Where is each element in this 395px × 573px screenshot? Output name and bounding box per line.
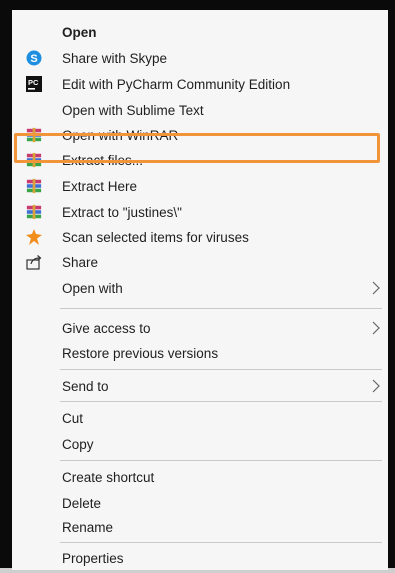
menu-item-open-with[interactable]: Open with	[12, 276, 388, 300]
menu-item-send-to[interactable]: Send to	[12, 374, 388, 398]
menu-item-share[interactable]: Share	[12, 250, 388, 274]
menu-item-label: Edit with PyCharm Community Edition	[62, 76, 291, 92]
chevron-right-icon	[370, 377, 382, 395]
menu-item-label: Open	[62, 24, 97, 40]
menu-item-label: Cut	[62, 410, 84, 426]
menu-separator	[60, 542, 382, 543]
menu-separator	[60, 401, 382, 402]
menu-item-extract-to-folder[interactable]: Extract to "justines\"	[12, 200, 388, 224]
menu-item-label: Send to	[62, 378, 109, 394]
menu-item-label: Share with Skype	[62, 50, 168, 66]
menu-item-copy[interactable]: Copy	[12, 432, 388, 456]
menu-item-label: Give access to	[62, 320, 151, 336]
menu-separator	[60, 308, 382, 309]
extract-files-highlight	[14, 133, 380, 163]
menu-item-label: Extract Here	[62, 178, 138, 194]
menu-separator	[60, 369, 382, 370]
menu-item-label: Scan selected items for viruses	[62, 229, 249, 245]
winrar-icon	[26, 178, 42, 194]
menu-item-open[interactable]: Open	[12, 20, 388, 44]
menu-item-delete[interactable]: Delete	[12, 491, 388, 515]
menu-item-label: Restore previous versions	[62, 345, 219, 361]
pycharm-icon: PC	[26, 76, 42, 92]
menu-item-create-shortcut[interactable]: Create shortcut	[12, 465, 388, 489]
window-frame-top	[0, 0, 395, 10]
menu-separator	[60, 460, 382, 461]
menu-item-label: Open with Sublime Text	[62, 102, 204, 118]
menu-item-scan-for-viruses[interactable]: Scan selected items for viruses	[12, 225, 388, 249]
menu-item-label: Delete	[62, 495, 102, 511]
menu-item-label: Extract to "justines\"	[62, 204, 182, 220]
menu-item-label: Share	[62, 254, 99, 270]
context-menu: Open S Share with Skype PC Edit with PyC…	[12, 10, 388, 570]
menu-item-label: Properties	[62, 550, 124, 566]
menu-item-label: Rename	[62, 519, 114, 535]
skype-icon: S	[26, 50, 42, 66]
svg-text:PC: PC	[28, 78, 39, 87]
svg-text:S: S	[30, 53, 37, 65]
chevron-right-icon	[370, 279, 382, 297]
menu-item-edit-with-pycharm[interactable]: PC Edit with PyCharm Community Edition	[12, 72, 388, 96]
window-frame-left	[0, 0, 12, 573]
menu-item-label: Create shortcut	[62, 469, 155, 485]
menu-item-extract-here[interactable]: Extract Here	[12, 174, 388, 198]
share-icon	[26, 254, 42, 270]
menu-item-give-access-to[interactable]: Give access to	[12, 316, 388, 340]
menu-item-cut[interactable]: Cut	[12, 406, 388, 430]
window-frame-right	[388, 0, 395, 573]
menu-item-label: Open with	[62, 280, 123, 296]
avast-icon	[26, 229, 42, 245]
chevron-right-icon	[370, 319, 382, 337]
menu-item-label: Copy	[62, 436, 94, 452]
menu-item-open-with-sublime[interactable]: Open with Sublime Text	[12, 98, 388, 122]
menu-item-properties[interactable]: Properties	[12, 546, 388, 570]
menu-item-restore-previous-versions[interactable]: Restore previous versions	[12, 341, 388, 365]
menu-item-rename[interactable]: Rename	[12, 515, 388, 539]
winrar-icon	[26, 204, 42, 220]
menu-item-share-with-skype[interactable]: S Share with Skype	[12, 46, 388, 70]
